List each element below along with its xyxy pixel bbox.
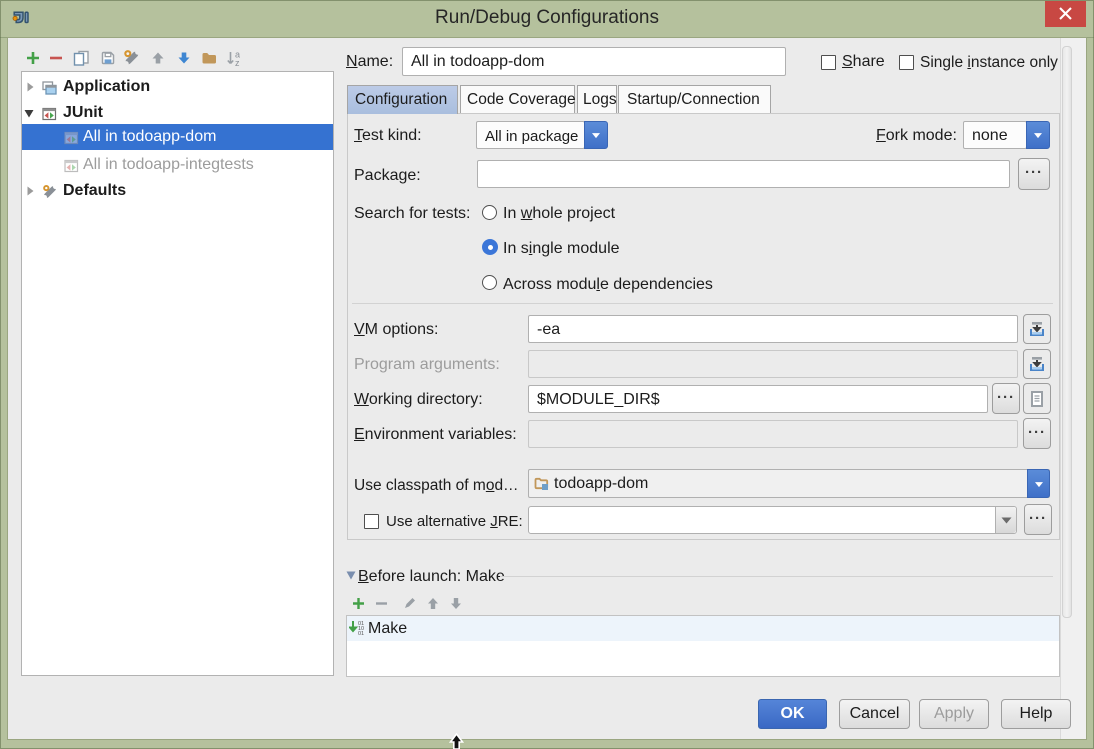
svg-text:01: 01 <box>358 631 364 636</box>
svg-text:z: z <box>235 58 240 67</box>
